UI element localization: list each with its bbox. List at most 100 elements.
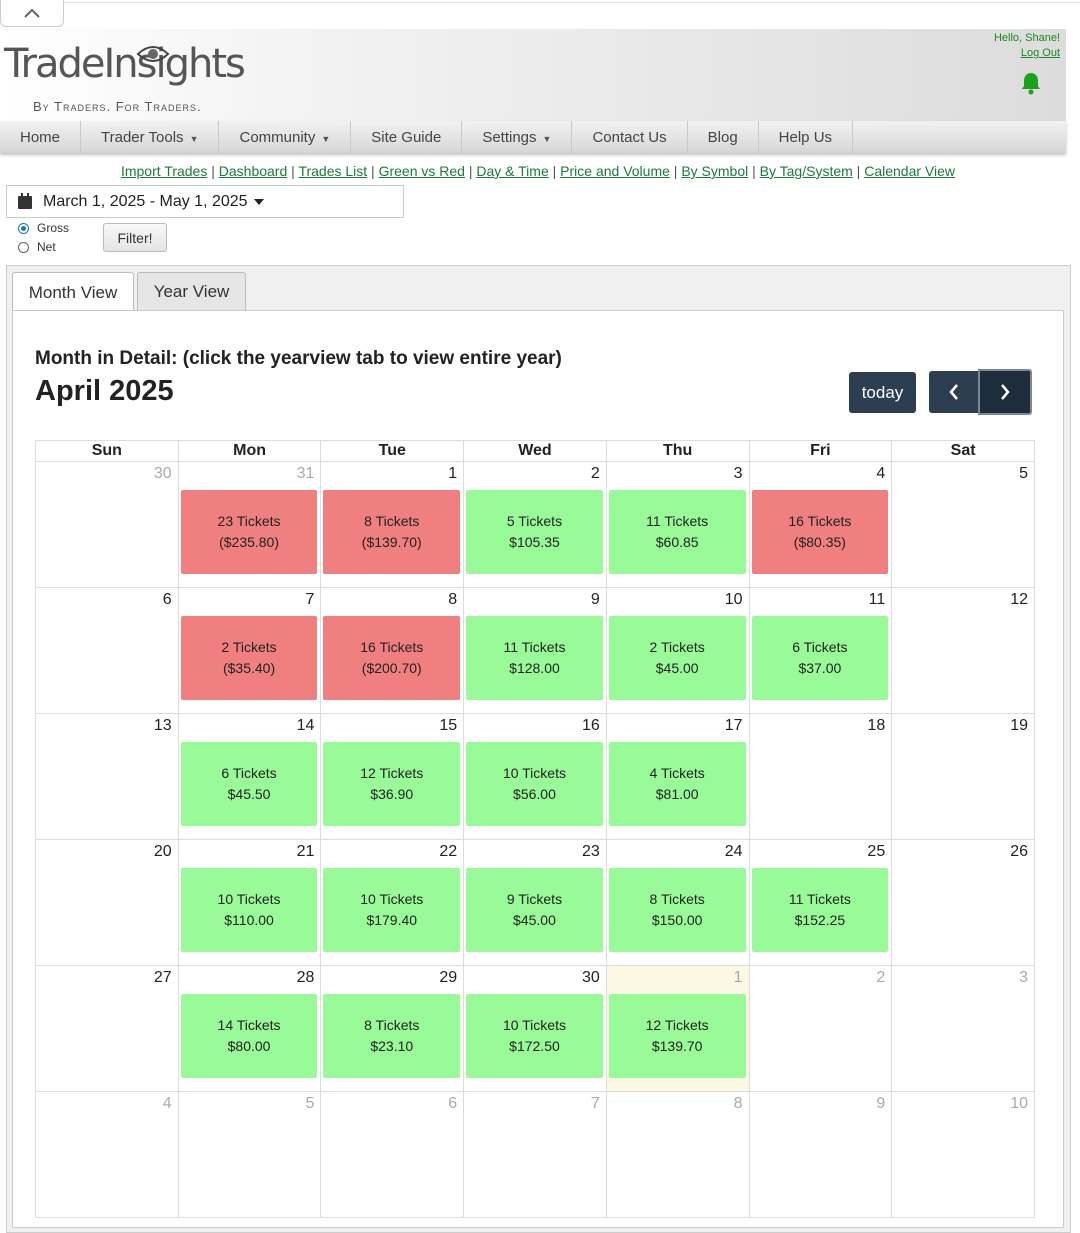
radio-net[interactable]: Net xyxy=(18,238,69,257)
day-number[interactable]: 3 xyxy=(892,966,1034,991)
day-cell[interactable]: 1 12 Tickets $139.70 xyxy=(605,965,750,1092)
today-button[interactable]: today xyxy=(849,372,916,413)
nav-item-settings[interactable]: Settings ▼ xyxy=(462,121,573,153)
day-cell[interactable]: 13 xyxy=(35,713,179,840)
bell-icon[interactable] xyxy=(1020,71,1042,95)
day-number[interactable]: 19 xyxy=(892,714,1034,739)
day-number[interactable]: 14 xyxy=(179,714,321,739)
day-number[interactable]: 10 xyxy=(607,588,749,613)
day-cell[interactable]: 27 xyxy=(35,965,179,1092)
day-cell[interactable]: 24 8 Tickets $150.00 xyxy=(605,839,750,966)
day-number[interactable]: 8 xyxy=(321,588,463,613)
radio-button[interactable] xyxy=(18,223,29,234)
day-cell[interactable]: 7 2 Tickets ($35.40) xyxy=(177,587,322,714)
nav-item-help-us[interactable]: Help Us xyxy=(759,121,854,153)
trade-summary-event[interactable]: 8 Tickets $23.10 xyxy=(323,994,461,1078)
day-number[interactable]: 20 xyxy=(36,840,178,865)
day-cell[interactable]: 19 xyxy=(891,713,1035,840)
sublink-day-time[interactable]: Day & Time xyxy=(476,163,548,179)
trade-summary-event[interactable]: 14 Tickets $80.00 xyxy=(180,994,318,1078)
trade-summary-event[interactable]: 9 Tickets $45.00 xyxy=(466,868,603,952)
logo[interactable]: TradeInsights By Traders. For Traders. xyxy=(4,37,246,117)
sublink-by-tag-system[interactable]: By Tag/System xyxy=(760,163,853,179)
day-cell[interactable]: 15 12 Tickets $36.90 xyxy=(320,713,465,840)
day-cell[interactable]: 3 11 Tickets $60.85 xyxy=(605,461,750,588)
day-cell[interactable]: 21 10 Tickets $110.00 xyxy=(177,839,322,966)
day-cell[interactable]: 3 xyxy=(891,965,1035,1092)
day-cell[interactable]: 10 2 Tickets $45.00 xyxy=(605,587,750,714)
day-number[interactable]: 31 xyxy=(179,462,321,487)
day-number[interactable]: 6 xyxy=(321,1092,463,1117)
logout-link[interactable]: Log Out xyxy=(994,46,1060,61)
day-cell[interactable]: 6 xyxy=(35,587,179,714)
day-number[interactable]: 12 xyxy=(892,588,1034,613)
nav-item-contact-us[interactable]: Contact Us xyxy=(572,121,688,153)
trade-summary-event[interactable]: 16 Tickets ($200.70) xyxy=(323,616,461,700)
trade-summary-event[interactable]: 16 Tickets ($80.35) xyxy=(751,490,889,574)
day-number[interactable]: 13 xyxy=(36,714,178,739)
day-number[interactable]: 3 xyxy=(607,462,749,487)
day-number[interactable]: 2 xyxy=(750,966,892,991)
day-cell[interactable]: 4 16 Tickets ($80.35) xyxy=(748,461,893,588)
day-cell[interactable]: 28 14 Tickets $80.00 xyxy=(177,965,322,1092)
trade-summary-event[interactable]: 6 Tickets $37.00 xyxy=(751,616,889,700)
day-number[interactable]: 26 xyxy=(892,840,1034,865)
sublink-import-trades[interactable]: Import Trades xyxy=(121,163,207,179)
date-range-picker[interactable]: March 1, 2025 - May 1, 2025 xyxy=(6,185,404,218)
trade-summary-event[interactable]: 11 Tickets $128.00 xyxy=(466,616,603,700)
trade-summary-event[interactable]: 12 Tickets $36.90 xyxy=(323,742,461,826)
day-cell[interactable]: 6 xyxy=(320,1091,465,1218)
filter-button[interactable]: Filter! xyxy=(103,223,167,252)
day-cell[interactable]: 23 9 Tickets $45.00 xyxy=(463,839,607,966)
trade-summary-event[interactable]: 11 Tickets $60.85 xyxy=(608,490,746,574)
day-cell[interactable]: 9 xyxy=(748,1091,893,1218)
tab-year-view[interactable]: Year View xyxy=(137,272,246,310)
sublink-trades-list[interactable]: Trades List xyxy=(298,163,367,179)
day-cell[interactable]: 25 11 Tickets $152.25 xyxy=(748,839,893,966)
prev-month-button[interactable] xyxy=(929,371,978,413)
trade-summary-event[interactable]: 11 Tickets $152.25 xyxy=(751,868,889,952)
day-number[interactable]: 1 xyxy=(321,462,463,487)
day-cell[interactable]: 10 xyxy=(891,1091,1035,1218)
collapse-tab[interactable] xyxy=(0,0,64,27)
trade-summary-event[interactable]: 12 Tickets $139.70 xyxy=(608,994,746,1078)
nav-item-site-guide[interactable]: Site Guide xyxy=(351,121,463,153)
sublink-price-and-volume[interactable]: Price and Volume xyxy=(560,163,670,179)
day-cell[interactable]: 17 4 Tickets $81.00 xyxy=(605,713,750,840)
day-cell[interactable]: 30 xyxy=(35,461,179,588)
sublink-by-symbol[interactable]: By Symbol xyxy=(681,163,748,179)
day-cell[interactable]: 26 xyxy=(891,839,1035,966)
day-number[interactable]: 15 xyxy=(321,714,463,739)
day-number[interactable]: 7 xyxy=(464,1092,606,1117)
day-cell[interactable]: 30 10 Tickets $172.50 xyxy=(463,965,607,1092)
day-cell[interactable]: 31 23 Tickets ($235.80) xyxy=(177,461,322,588)
day-number[interactable]: 6 xyxy=(36,588,178,613)
day-number[interactable]: 18 xyxy=(750,714,892,739)
day-cell[interactable]: 18 xyxy=(748,713,893,840)
trade-summary-event[interactable]: 10 Tickets $56.00 xyxy=(466,742,603,826)
radio-button[interactable] xyxy=(18,242,29,253)
nav-item-blog[interactable]: Blog xyxy=(688,121,759,153)
day-number[interactable]: 17 xyxy=(607,714,749,739)
trade-summary-event[interactable]: 6 Tickets $45.50 xyxy=(180,742,318,826)
sublink-calendar-view[interactable]: Calendar View xyxy=(864,163,955,179)
day-number[interactable]: 16 xyxy=(464,714,606,739)
day-number[interactable]: 8 xyxy=(607,1092,749,1117)
trade-summary-event[interactable]: 2 Tickets $45.00 xyxy=(608,616,746,700)
day-cell[interactable]: 16 10 Tickets $56.00 xyxy=(463,713,607,840)
day-number[interactable]: 24 xyxy=(607,840,749,865)
trade-summary-event[interactable]: 10 Tickets $179.40 xyxy=(323,868,461,952)
day-number[interactable]: 5 xyxy=(892,462,1034,487)
day-number[interactable]: 22 xyxy=(321,840,463,865)
day-cell[interactable]: 29 8 Tickets $23.10 xyxy=(320,965,465,1092)
day-number[interactable]: 30 xyxy=(464,966,606,991)
day-number[interactable]: 25 xyxy=(750,840,892,865)
day-cell[interactable]: 2 5 Tickets $105.35 xyxy=(463,461,607,588)
day-cell[interactable]: 8 xyxy=(605,1091,750,1218)
day-cell[interactable]: 7 xyxy=(463,1091,607,1218)
trade-summary-event[interactable]: 10 Tickets $172.50 xyxy=(466,994,603,1078)
day-cell[interactable]: 14 6 Tickets $45.50 xyxy=(177,713,322,840)
next-month-button[interactable] xyxy=(978,369,1032,415)
day-number[interactable]: 10 xyxy=(892,1092,1034,1117)
day-number[interactable]: 2 xyxy=(464,462,606,487)
